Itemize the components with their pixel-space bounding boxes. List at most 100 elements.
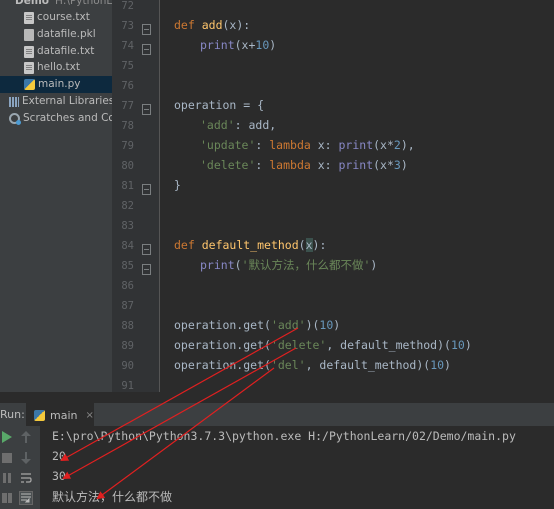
run-tool-window-header: Run: main ×	[0, 402, 554, 427]
line-number: 86	[121, 280, 134, 292]
text-file-icon	[24, 45, 34, 58]
number-literal: 10	[450, 338, 465, 352]
code-line-78: 'add': add,	[200, 115, 276, 135]
function-name: default_method	[201, 238, 299, 252]
line-number: 77	[121, 100, 134, 112]
tree-item-main-py[interactable]: main.py	[0, 76, 112, 93]
code-text: )(	[305, 318, 320, 332]
code-text: )	[269, 38, 277, 52]
fold-marker-icon[interactable]	[142, 264, 151, 275]
arrow-up-icon[interactable]	[19, 430, 33, 444]
string-literal: 'del'	[270, 358, 306, 372]
file-name: course.txt	[37, 11, 90, 23]
line-number: 72	[121, 0, 134, 12]
function-name: add	[201, 18, 223, 32]
python-file-icon	[24, 79, 35, 90]
code-text: :	[255, 138, 270, 152]
string-literal: 'update'	[200, 138, 256, 152]
string-literal: '默认方法，什么都不做'	[241, 258, 371, 272]
line-number: 79	[121, 140, 134, 152]
line-number: 73	[121, 20, 134, 32]
scratches-icon	[9, 113, 21, 125]
scratches-label: Scratches and Consoles	[23, 112, 112, 124]
tree-item-external-libraries[interactable]: External Libraries	[9, 93, 112, 110]
code-text: , default_method)(	[305, 358, 431, 372]
code-line-73: def add(x):	[174, 15, 250, 35]
parameter: x	[305, 238, 313, 252]
scroll-to-end-icon[interactable]	[19, 491, 33, 505]
line-number: 90	[121, 360, 134, 372]
code-text: operation.get(	[174, 338, 271, 352]
text-file-icon	[24, 11, 34, 24]
editor-gutter[interactable]: 72 73 74 75 76 77 78 79 80 81 82 83 84 8…	[112, 0, 160, 392]
code-text: (x*	[373, 158, 394, 172]
line-number: 76	[121, 80, 134, 92]
keyword: lambda	[269, 158, 311, 172]
number-literal: 3	[393, 158, 401, 172]
fold-marker-icon[interactable]	[142, 184, 151, 195]
number-literal: 10	[319, 318, 334, 332]
builtin-call: print	[338, 138, 374, 152]
close-icon[interactable]: ×	[85, 410, 93, 421]
code-text: (x):	[222, 18, 251, 32]
code-text: ):	[312, 238, 327, 252]
pause-icon[interactable]	[0, 471, 14, 485]
file-name: main.py	[38, 78, 81, 90]
line-number: 88	[121, 320, 134, 332]
code-line-84: def default_method(x):	[174, 235, 326, 255]
code-text: : add,	[234, 118, 277, 132]
code-text: (	[298, 238, 306, 252]
tree-item-datafile-txt[interactable]: datafile.txt	[24, 43, 94, 60]
code-text: operation.get(	[174, 318, 271, 332]
run-toolbar	[0, 426, 40, 509]
stop-icon[interactable]	[0, 451, 14, 465]
run-console[interactable]: E:\pro\Python\Python3.7.3\python.exe H:/…	[40, 426, 554, 509]
line-number: 81	[121, 180, 134, 192]
python-file-icon	[34, 409, 45, 421]
line-number: 82	[121, 200, 134, 212]
line-number: 89	[121, 340, 134, 352]
layout-icon[interactable]	[0, 491, 14, 505]
code-line-85: print('默认方法，什么都不做')	[200, 255, 377, 275]
fold-marker-icon[interactable]	[142, 24, 151, 35]
fold-marker-icon[interactable]	[142, 104, 151, 115]
soft-wrap-icon[interactable]	[19, 471, 33, 485]
text-file-icon	[24, 61, 34, 74]
line-number: 91	[121, 380, 134, 392]
pickle-file-icon	[24, 28, 34, 41]
line-number: 85	[121, 260, 134, 272]
tree-item-datafile-pkl[interactable]: datafile.pkl	[24, 26, 96, 43]
run-tab-main[interactable]: main ×	[26, 403, 94, 427]
code-line-90: operation.get('del', default_method)(10)	[174, 355, 451, 375]
code-line-74: print(x+10)	[200, 35, 276, 55]
console-output-line: 30	[52, 469, 66, 483]
code-text: )	[464, 338, 472, 352]
run-label: Run:	[0, 408, 25, 421]
fold-marker-icon[interactable]	[142, 44, 151, 55]
string-literal: 'add'	[200, 118, 235, 132]
rerun-icon[interactable]	[0, 430, 14, 444]
code-text: x:	[310, 158, 339, 172]
console-output-line: 默认方法，什么都不做	[52, 490, 173, 504]
code-line-89: operation.get('delete', default_method)(…	[174, 335, 472, 355]
builtin-call: print	[338, 158, 374, 172]
code-editor[interactable]: def add(x): print(x+10) operation = { 'a…	[160, 0, 554, 392]
string-literal: 'delete'	[270, 338, 327, 352]
run-tab-label: main	[50, 408, 78, 422]
console-command-line: E:\pro\Python\Python3.7.3\python.exe H:/…	[52, 429, 516, 443]
string-literal: 'add'	[270, 318, 306, 332]
code-text: operation.get(	[174, 358, 271, 372]
arrow-down-icon[interactable]	[19, 451, 33, 465]
tree-item-scratches[interactable]: Scratches and Consoles	[9, 110, 112, 127]
code-text: )	[400, 158, 408, 172]
number-literal: 10	[430, 358, 445, 372]
tree-item-hello-txt[interactable]: hello.txt	[24, 59, 80, 76]
code-text: )	[444, 358, 451, 372]
console-output-line: 20	[52, 449, 66, 463]
tree-item-course-txt[interactable]: course.txt	[24, 9, 90, 26]
code-line-79: 'update': lambda x: print(x*2),	[200, 135, 415, 155]
library-icon	[9, 96, 19, 107]
keyword: def	[174, 238, 195, 252]
code-text: )	[333, 318, 341, 332]
fold-marker-icon[interactable]	[142, 244, 151, 255]
